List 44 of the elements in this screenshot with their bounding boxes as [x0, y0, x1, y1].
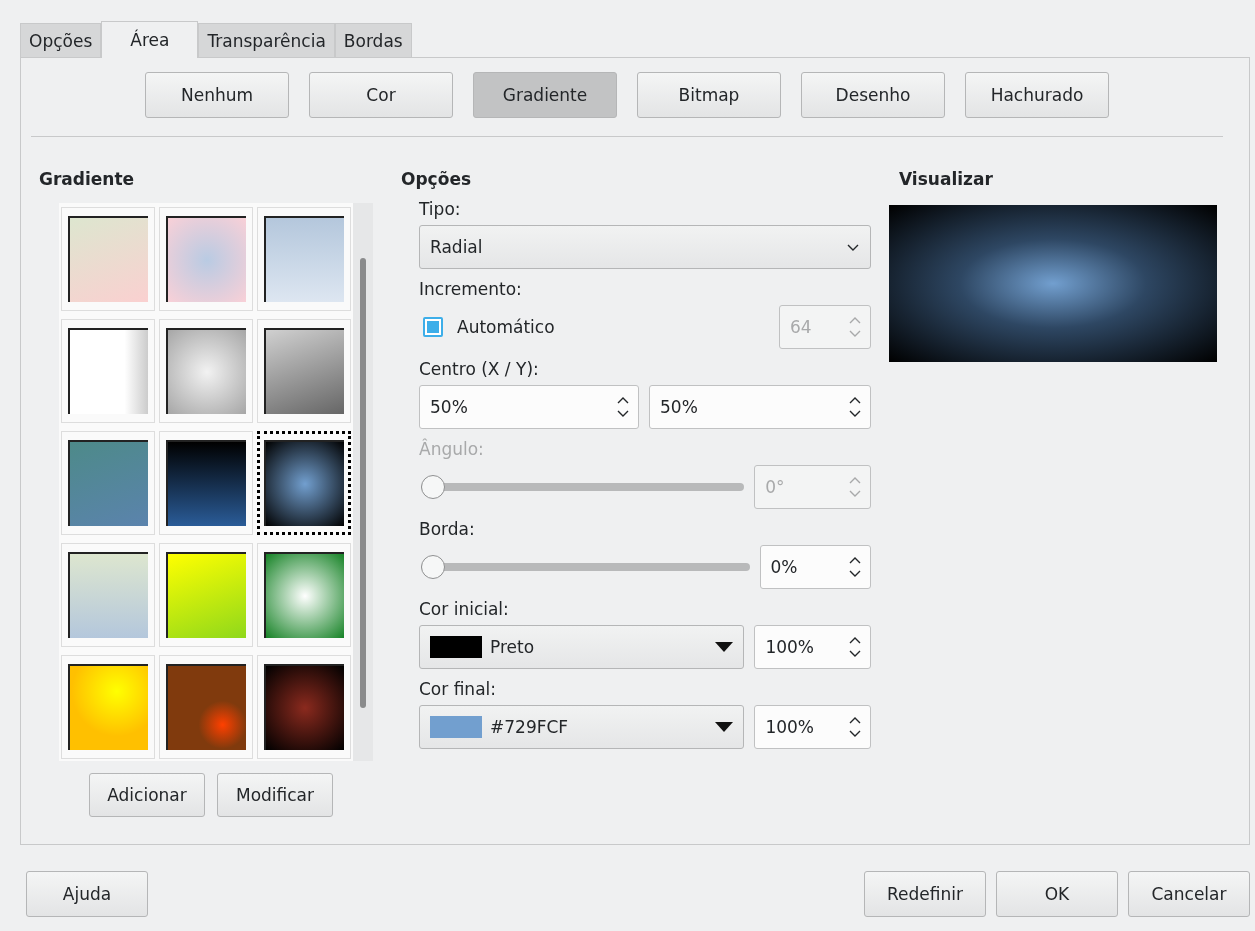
section-title: Gradiente [39, 169, 136, 191]
dialog-button[interactable]: OK [996, 871, 1118, 917]
tab[interactable]: Bordas [334, 23, 412, 57]
field-label: Incremento: [419, 279, 523, 299]
color-dropdown[interactable]: Preto [419, 625, 745, 669]
slider-thumb[interactable] [421, 555, 445, 579]
slider-label: Ângulo: [419, 439, 485, 459]
spin-field[interactable]: 50% [419, 385, 640, 429]
triangle-down-icon [715, 722, 734, 732]
section-title: Opções [401, 169, 473, 191]
dialog-button[interactable]: Cancelar [1128, 871, 1250, 917]
spin-field[interactable]: 50% [649, 385, 871, 429]
fill-type-button[interactable]: Hachurado [965, 72, 1109, 118]
type-dropdown[interactable]: Radial [419, 225, 871, 269]
fill-type-button[interactable]: Bitmap [637, 72, 781, 118]
tab[interactable]: Área [101, 21, 199, 58]
fill-type-button[interactable]: Desenho [801, 72, 945, 118]
help-button[interactable]: Ajuda [26, 871, 148, 917]
fill-type-button[interactable]: Gradiente [473, 72, 617, 118]
action-button[interactable]: Modificar [217, 773, 333, 817]
slider-label: Borda: [419, 519, 476, 539]
action-button[interactable]: Adicionar [89, 773, 205, 817]
spin-field[interactable]: 100% [754, 705, 871, 749]
checkbox[interactable] [423, 317, 443, 337]
spin-field[interactable]: 0% [759, 545, 871, 589]
gradient-swatch[interactable] [257, 431, 351, 535]
scrollbar-thumb[interactable] [360, 258, 366, 708]
checkbox-label: Automático [457, 317, 555, 337]
field-label: Cor inicial: [419, 599, 510, 619]
color-dropdown[interactable]: #729FCF [419, 705, 745, 749]
slider[interactable] [421, 555, 750, 579]
fill-type-button[interactable]: Nenhum [145, 72, 289, 118]
field-label: Tipo: [419, 199, 462, 219]
dialog-button[interactable]: Redefinir [864, 871, 986, 917]
field-label: Centro (X / Y): [419, 359, 540, 379]
chevron-down-icon [846, 242, 860, 252]
tab[interactable]: Transparência [198, 23, 335, 57]
triangle-down-icon [715, 642, 734, 652]
fill-type-button[interactable]: Cor [309, 72, 453, 118]
slider[interactable] [421, 475, 745, 499]
section-title: Visualizar [899, 169, 994, 191]
tab[interactable]: Opções [20, 23, 102, 57]
field-label: Cor final: [419, 679, 497, 699]
spin-field[interactable]: 100% [754, 625, 871, 669]
